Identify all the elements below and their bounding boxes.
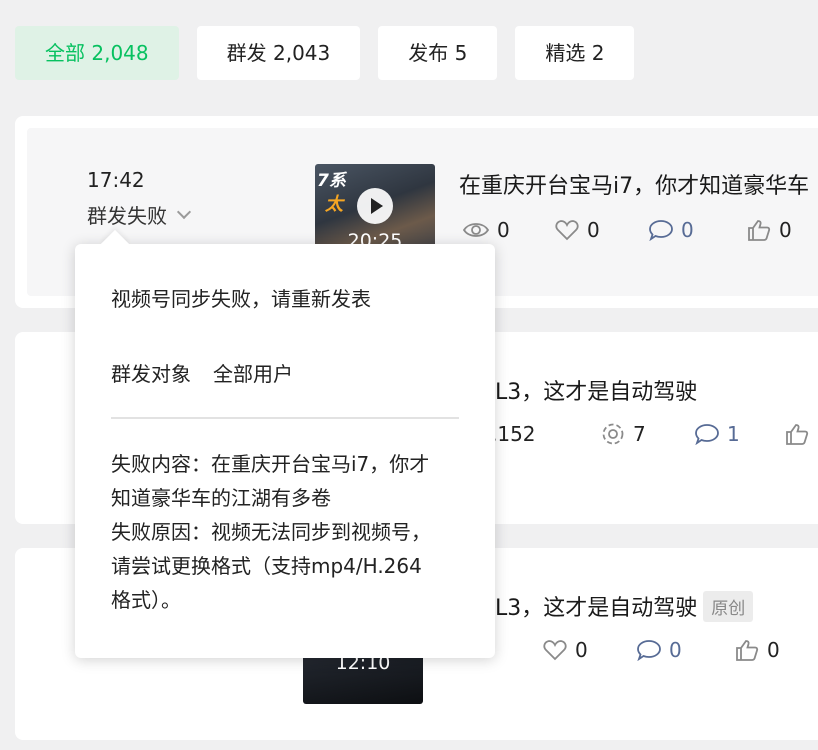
stat-comments: 0 xyxy=(637,638,735,662)
target-value: 全部用户 xyxy=(213,362,293,386)
fail-reason-line: 请尝试更换格式（支持mp4/H.264 xyxy=(111,554,422,578)
comment-icon xyxy=(695,424,719,445)
stat-views: 0 xyxy=(463,218,555,242)
stat-thumbs: 10 xyxy=(785,422,818,446)
tab-mass-send[interactable]: 群发 2,043 xyxy=(196,26,361,80)
post-stats: ,152 7 1 10 xyxy=(491,422,818,446)
comment-icon xyxy=(649,220,673,241)
original-badge: 原创 xyxy=(703,590,754,622)
eye-icon xyxy=(463,223,489,237)
status-dropdown[interactable]: 群发失败 xyxy=(87,200,192,229)
thumbs-up-icon xyxy=(748,220,771,241)
stat-views: ,152 xyxy=(491,422,601,446)
thumbnail-caption-2: 太 xyxy=(325,194,343,215)
views-count: ,152 xyxy=(491,422,536,446)
views-count: 0 xyxy=(497,218,510,242)
divider xyxy=(111,417,459,419)
fail-content-line: 知道豪华车的江湖有多卷 xyxy=(111,486,331,510)
comments-count: 1 xyxy=(727,422,740,446)
failure-details: 失败内容：在重庆开台宝马i7，你才 知道豪华车的江湖有多卷 失败原因：视频无法同… xyxy=(111,447,459,617)
post-time: 17:42 xyxy=(87,168,145,192)
popover-target-row: 群发对象 全部用户 xyxy=(111,358,459,387)
post-stats: 0 0 0 0 xyxy=(463,218,792,242)
thumbs-up-icon xyxy=(736,640,759,661)
post-title[interactable]: L3，这才是自动驾驶 xyxy=(495,374,697,406)
tab-publish[interactable]: 发布 5 xyxy=(378,26,498,80)
thumbs-count: 0 xyxy=(779,218,792,242)
fail-content-line: 失败内容：在重庆开台宝马i7，你才 xyxy=(111,452,430,476)
status-label: 群发失败 xyxy=(87,204,167,228)
stat-comments: 1 xyxy=(695,422,785,446)
comment-icon xyxy=(637,640,661,661)
likes-count: 0 xyxy=(587,218,600,242)
thumbnail-caption: 7系 xyxy=(317,171,346,191)
stat-comments: 0 xyxy=(649,218,747,242)
popover-headline: 视频号同步失败，请重新发表 xyxy=(111,287,371,311)
play-icon[interactable] xyxy=(357,188,393,224)
stat-shares: 7 xyxy=(601,422,695,446)
video-thumbnail[interactable]: 7系 太 20:25 xyxy=(315,164,435,256)
thumbs-up-icon xyxy=(786,424,809,445)
post-title[interactable]: 在重庆开台宝马i7，你才知道豪华车 xyxy=(459,168,809,200)
heart-icon xyxy=(555,220,579,241)
stat-likes: 0 xyxy=(555,218,649,242)
comments-count: 0 xyxy=(681,218,694,242)
target-label: 群发对象 xyxy=(111,362,191,386)
failure-popover: 视频号同步失败，请重新发表 群发对象 全部用户 失败内容：在重庆开台宝马i7，你… xyxy=(75,229,495,658)
stat-likes: 0 xyxy=(543,638,637,662)
shares-count: 7 xyxy=(633,422,646,446)
stat-thumbs: 0 xyxy=(735,638,780,662)
tab-all[interactable]: 全部 2,048 xyxy=(15,26,179,80)
stat-thumbs: 0 xyxy=(747,218,792,242)
likes-count: 0 xyxy=(575,638,588,662)
fail-reason-line: 格式）。 xyxy=(111,588,181,612)
post-title[interactable]: L3，这才是自动驾驶 原创 xyxy=(495,590,754,622)
share-icon xyxy=(602,423,624,445)
chevron-down-icon xyxy=(176,204,192,219)
thumbs-count: 0 xyxy=(767,638,780,662)
post-title-text: L3，这才是自动驾驶 xyxy=(495,596,698,621)
post-stats: 0 0 0 xyxy=(451,638,780,662)
heart-icon xyxy=(543,640,567,661)
fail-reason-line: 失败原因：视频无法同步到视频号， xyxy=(111,520,431,544)
comments-count: 0 xyxy=(669,638,682,662)
filter-tabs: 全部 2,048 群发 2,043 发布 5 精选 2 xyxy=(15,26,635,80)
tab-featured[interactable]: 精选 2 xyxy=(515,26,635,80)
